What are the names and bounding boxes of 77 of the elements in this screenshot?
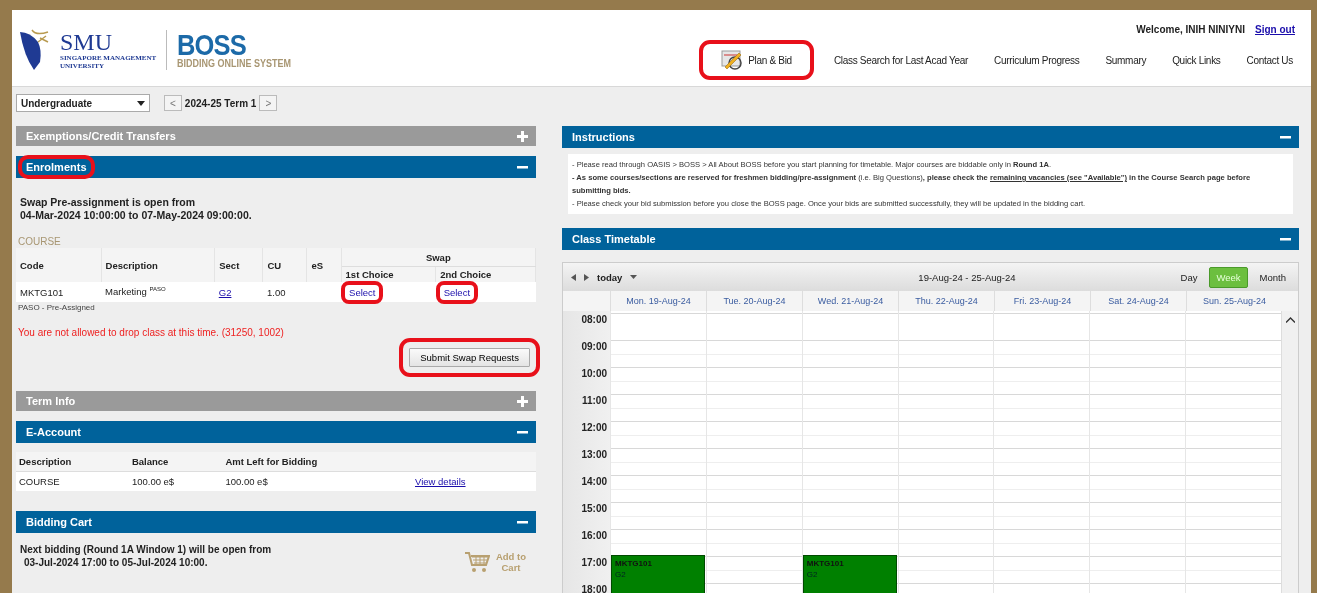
term-label: 2024-25 Term 1 xyxy=(184,97,257,109)
panel-title: Exemptions/Credit Transfers xyxy=(25,129,177,144)
calendar-event[interactable]: MKTG101 G2 xyxy=(802,555,897,593)
nav-link[interactable]: Summary xyxy=(1103,50,1149,70)
table-cell: COURSE xyxy=(16,471,129,491)
event-code: MKTG101 xyxy=(615,558,653,569)
column-header: Swap xyxy=(341,248,536,267)
legend-text: PASO - Pre-Assigned xyxy=(17,302,96,313)
view-tab[interactable]: Month xyxy=(1255,267,1290,287)
section-link[interactable]: G2 xyxy=(218,286,232,298)
panel-title: Term Info xyxy=(25,394,77,409)
sign-out-link[interactable]: Sign out xyxy=(1255,24,1295,35)
caret-down-icon xyxy=(137,100,145,106)
app-subtitle: BIDDING ONLINE SYSTEM xyxy=(177,57,292,69)
hour-label: 15:00 xyxy=(581,503,607,514)
event-section: G2 xyxy=(806,569,893,580)
nav-link[interactable]: Plan & Bid xyxy=(703,44,810,76)
hour-label: 08:00 xyxy=(581,314,607,325)
nav-link[interactable]: Contact Us xyxy=(1244,50,1295,70)
table-cell: 100.00 e$ xyxy=(222,471,412,491)
panel-header[interactable]: Enrolments xyxy=(16,156,536,178)
column-header: Description xyxy=(101,248,215,282)
panel-title: Instructions xyxy=(571,130,636,145)
notice-text: Next bidding (Round 1A Window 1) will be open from xyxy=(20,543,272,556)
hour-label: 17:00 xyxy=(581,557,607,568)
event-section: G2 xyxy=(615,569,701,580)
column-header: Description xyxy=(16,452,129,472)
view-tab[interactable]: Day xyxy=(1176,267,1202,287)
notice-text: Swap Pre-assignment is open from xyxy=(20,196,197,209)
panel-header[interactable]: Instructions xyxy=(562,126,1299,148)
table-cell: Marketing $^{PASO}$ xyxy=(101,282,215,302)
section-label: COURSE xyxy=(17,235,62,248)
nav-link[interactable]: Quick Links xyxy=(1170,50,1223,70)
hour-label: 11:00 xyxy=(581,395,607,406)
previous-term-button[interactable]: < xyxy=(164,95,182,111)
hour-label: 16:00 xyxy=(581,530,607,541)
panel-header[interactable]: E-Account xyxy=(16,421,536,443)
column-header: Balance xyxy=(128,452,223,472)
panel-title: E-Account xyxy=(25,425,82,440)
next-term-button[interactable]: > xyxy=(259,95,278,111)
notice-text: 04-Mar-2024 10:00:00 to 07-May-2024 09:00:00. xyxy=(20,209,253,222)
panel-header[interactable]: Class Timetable xyxy=(562,228,1299,250)
hour-label: 12:00 xyxy=(581,422,607,433)
caret-down-icon[interactable] xyxy=(630,275,638,279)
error-message: You are not allowed to drop class at this time. (31250, 1002) xyxy=(17,326,285,338)
scroll-up-icon[interactable] xyxy=(1285,317,1295,323)
hour-label: 10:00 xyxy=(581,368,607,379)
welcome-text: Welcome, INIH NINIYNI xyxy=(1136,24,1245,35)
hour-label: 09:00 xyxy=(581,341,607,352)
hour-label: 14:00 xyxy=(581,476,607,487)
column-header: Sect xyxy=(214,248,263,282)
calendar-event[interactable]: MKTG101 G2 xyxy=(611,555,705,593)
column-header: Code xyxy=(16,248,102,282)
cart-icon xyxy=(464,551,490,573)
hour-label: 13:00 xyxy=(581,449,607,460)
career-dropdown[interactable]: Undergraduate xyxy=(16,94,150,112)
column-header: eS xyxy=(306,248,342,282)
hour-label: 18:00 xyxy=(581,584,607,593)
table-cell: MKTG101 xyxy=(16,282,102,302)
logo-name: SMU xyxy=(60,30,114,54)
column-header: Amt Left for Bidding xyxy=(222,452,412,472)
column-header: CU xyxy=(262,248,307,282)
nav-link[interactable]: Class Search for Last Acad Year xyxy=(831,50,970,70)
app-name: BOSS xyxy=(177,31,247,58)
next-icon[interactable] xyxy=(584,273,589,281)
expand-icon[interactable] xyxy=(517,395,528,407)
previous-icon[interactable] xyxy=(571,273,576,281)
panel-title: Bidding Cart xyxy=(25,515,93,530)
today-button[interactable]: today xyxy=(597,271,623,283)
panel-header[interactable]: Bidding Cart xyxy=(16,511,536,533)
table-cell: 1.00 xyxy=(262,282,307,302)
date-range: 19-Aug-24 - 25-Aug-24 xyxy=(918,271,1016,283)
expand-icon[interactable] xyxy=(517,130,528,142)
nav-link[interactable]: Curriculum Progress xyxy=(992,50,1082,70)
notice-text: 03-Jul-2024 17:00 to 05-Jul-2024 10:00. xyxy=(23,556,209,569)
event-code: MKTG101 xyxy=(806,558,845,569)
panel-title: Class Timetable xyxy=(571,232,657,247)
